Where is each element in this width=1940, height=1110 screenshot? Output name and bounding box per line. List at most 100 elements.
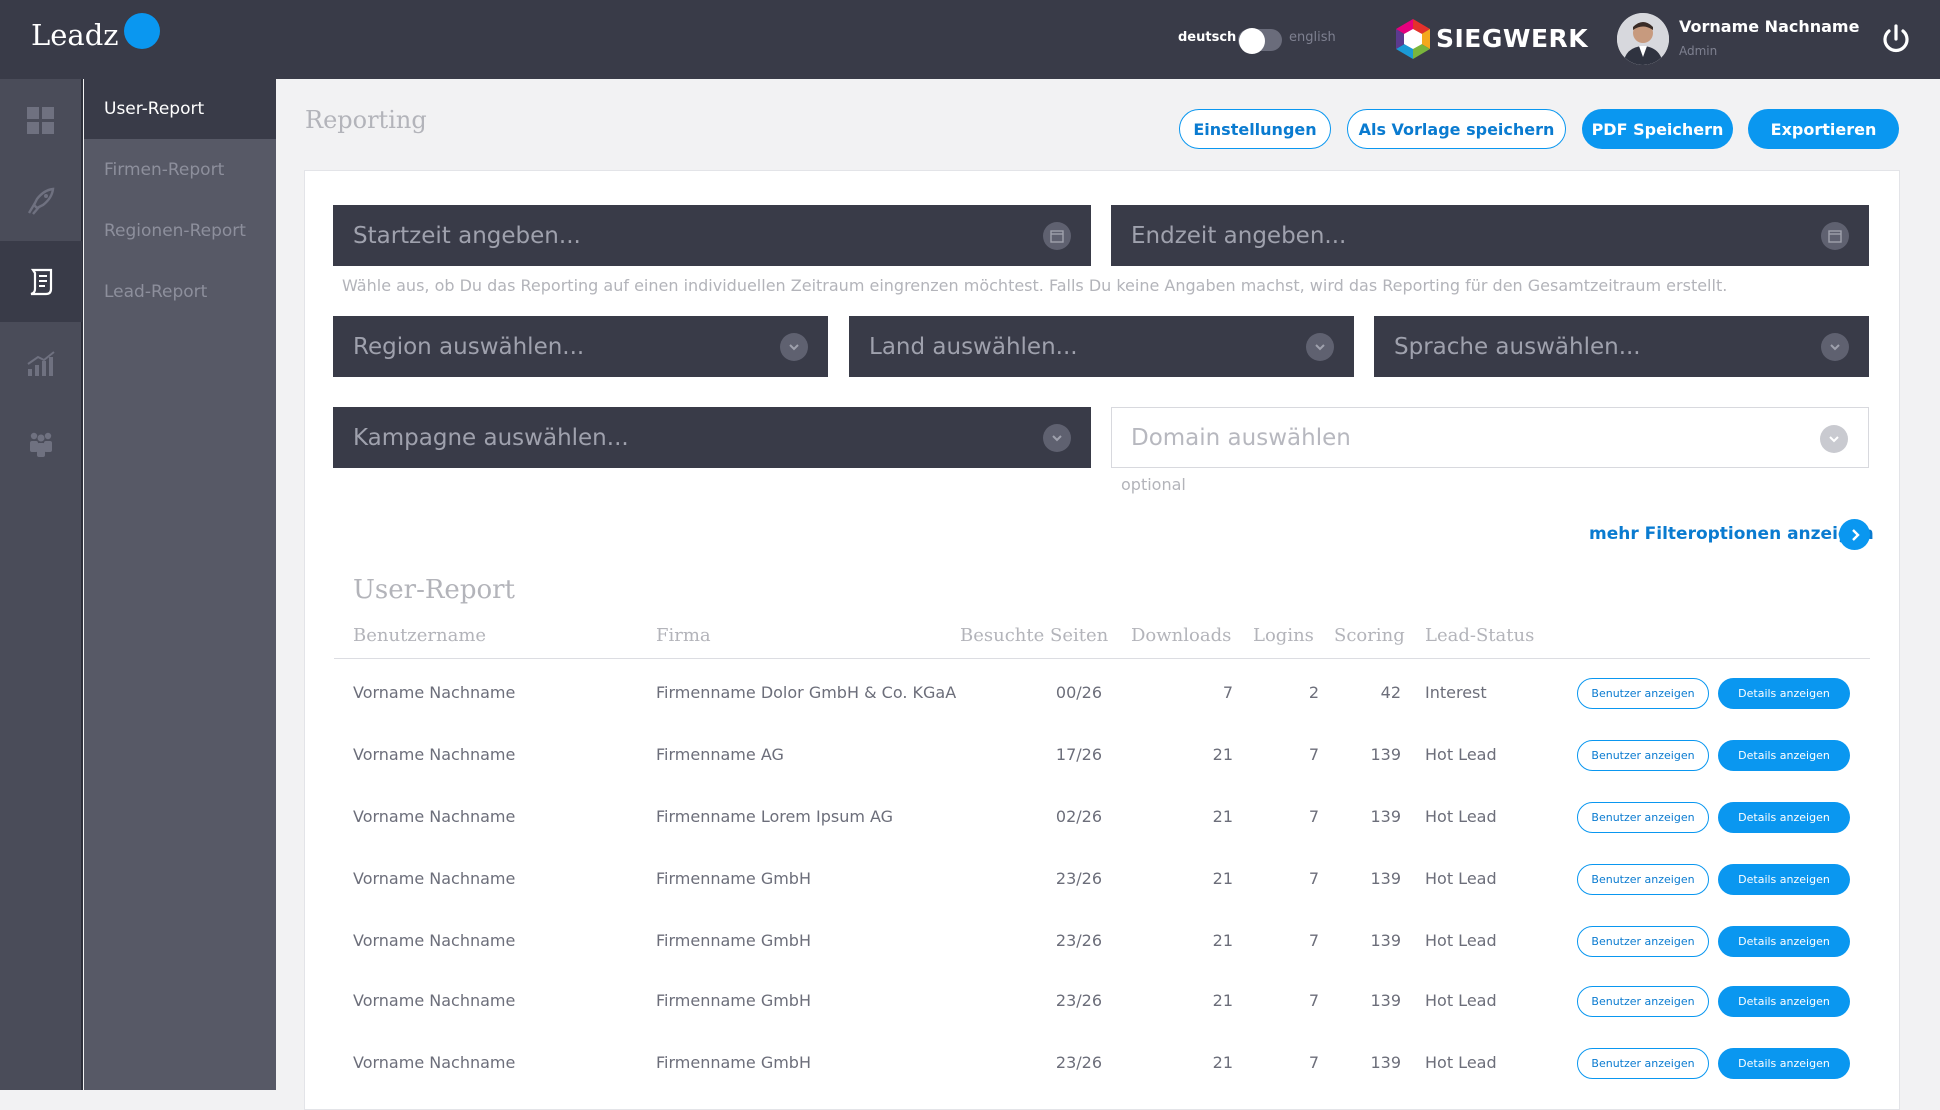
region-select[interactable]: Region auswählen... (333, 316, 828, 377)
save-template-button[interactable]: Als Vorlage speichern (1347, 109, 1566, 149)
save-pdf-button[interactable]: PDF Speichern (1582, 109, 1733, 149)
settings-button[interactable]: Einstellungen (1179, 109, 1331, 149)
cell-downloads: 21 (1212, 869, 1233, 888)
table-row: Vorname Nachname Firmenname GmbH 23/26 2… (334, 910, 1870, 972)
domain-select[interactable]: Domain auswählen (1111, 407, 1869, 468)
column-header-username[interactable]: Benutzername (353, 625, 486, 646)
icon-rail (0, 79, 83, 1090)
cell-logins: 7 (1308, 991, 1319, 1010)
language-toggle-knob[interactable] (1239, 28, 1265, 54)
domain-optional-label: optional (1121, 475, 1186, 494)
lang-english[interactable]: english (1289, 30, 1336, 45)
cell-visited-pages: 23/26 (1055, 931, 1102, 950)
siegwerk-logo-icon (1396, 19, 1430, 59)
table-row: Vorname Nachname Firmenname Lorem Ipsum … (334, 786, 1870, 848)
show-details-button[interactable]: Details anzeigen (1718, 802, 1850, 833)
logo-dot (124, 13, 160, 49)
cell-downloads: 21 (1212, 931, 1233, 950)
cell-downloads: 21 (1212, 991, 1233, 1010)
cell-scoring: 139 (1370, 745, 1401, 764)
user-avatar[interactable] (1617, 13, 1669, 65)
country-select[interactable]: Land auswählen... (849, 316, 1354, 377)
cell-scoring: 139 (1370, 1053, 1401, 1072)
chevron-right-icon[interactable] (1839, 519, 1870, 550)
user-role: Admin (1679, 44, 1718, 58)
show-user-button[interactable]: Benutzer anzeigen (1577, 1048, 1709, 1079)
chevron-down-icon (1306, 333, 1334, 361)
dashboard-grid-icon (27, 106, 54, 134)
more-filters-link[interactable]: mehr Filteroptionen anzeigen (1589, 524, 1874, 544)
cell-lead-status: Hot Lead (1425, 745, 1497, 764)
chevron-down-icon (1820, 425, 1848, 453)
column-header-scoring[interactable]: Scoring (1334, 625, 1405, 646)
cell-logins: 7 (1308, 807, 1319, 826)
power-icon[interactable] (1879, 22, 1913, 56)
cell-visited-pages: 23/26 (1055, 869, 1102, 888)
show-details-button[interactable]: Details anzeigen (1718, 864, 1850, 895)
cell-company: Firmenname GmbH (656, 869, 811, 888)
show-details-button[interactable]: Details anzeigen (1718, 986, 1850, 1017)
start-date-input[interactable]: Startzeit angeben... (333, 205, 1091, 266)
show-user-button[interactable]: Benutzer anzeigen (1577, 678, 1709, 709)
column-header-company[interactable]: Firma (656, 625, 711, 646)
user-name[interactable]: Vorname Nachname (1679, 17, 1859, 36)
table-header-divider (334, 658, 1870, 659)
export-button[interactable]: Exportieren (1748, 109, 1899, 149)
calendar-icon[interactable] (1043, 222, 1071, 250)
show-details-button[interactable]: Details anzeigen (1718, 926, 1850, 957)
cell-username: Vorname Nachname (353, 1053, 516, 1072)
lang-deutsch[interactable]: deutsch (1178, 30, 1236, 45)
show-user-button[interactable]: Benutzer anzeigen (1577, 926, 1709, 957)
subnav-item-regionen-report[interactable]: Regionen-Report (84, 201, 276, 261)
subnav-item-lead-report[interactable]: Lead-Report (84, 262, 276, 322)
rail-reporting[interactable] (0, 241, 82, 322)
rocket-icon (27, 187, 55, 215)
cell-scoring: 139 (1370, 991, 1401, 1010)
cell-username: Vorname Nachname (353, 869, 516, 888)
rail-users[interactable] (0, 403, 82, 484)
chevron-down-icon (1043, 424, 1071, 452)
cell-logins: 7 (1308, 1053, 1319, 1072)
cell-scoring: 42 (1380, 683, 1401, 702)
subnav-item-firmen-report[interactable]: Firmen-Report (84, 140, 276, 200)
report-section-title: User-Report (353, 575, 515, 605)
chevron-down-icon (780, 333, 808, 361)
show-user-button[interactable]: Benutzer anzeigen (1577, 986, 1709, 1017)
show-details-button[interactable]: Details anzeigen (1718, 740, 1850, 771)
column-header-logins[interactable]: Logins (1253, 625, 1314, 646)
show-details-button[interactable]: Details anzeigen (1718, 678, 1850, 709)
cell-scoring: 139 (1370, 931, 1401, 950)
app-logo[interactable]: Leadz (31, 18, 119, 52)
table-row: Vorname Nachname Firmenname Dolor GmbH &… (334, 662, 1870, 724)
show-user-button[interactable]: Benutzer anzeigen (1577, 740, 1709, 771)
cell-visited-pages: 02/26 (1055, 807, 1102, 826)
end-date-input[interactable]: Endzeit angeben... (1111, 205, 1869, 266)
chevron-down-icon (1821, 333, 1849, 361)
subnav-item-user-report[interactable]: User-Report (84, 79, 276, 139)
report-subnav: User-Report Firmen-Report Regionen-Repor… (84, 79, 276, 1090)
domain-placeholder: Domain auswählen (1131, 424, 1351, 451)
table-row: Vorname Nachname Firmenname GmbH 23/26 2… (334, 1032, 1870, 1094)
calendar-icon[interactable] (1821, 222, 1849, 250)
report-icon (30, 268, 53, 295)
cell-lead-status: Hot Lead (1425, 991, 1497, 1010)
cell-visited-pages: 23/26 (1055, 1053, 1102, 1072)
column-header-downloads[interactable]: Downloads (1131, 625, 1231, 646)
cell-company: Firmenname GmbH (656, 1053, 811, 1072)
column-header-visited-pages[interactable]: Besuchte Seiten (960, 625, 1108, 646)
cell-company: Firmenname GmbH (656, 991, 811, 1010)
table-row: Vorname Nachname Firmenname AG 17/26 21 … (334, 724, 1870, 786)
campaign-placeholder: Kampagne auswählen... (353, 424, 629, 451)
cell-downloads: 7 (1222, 683, 1233, 702)
column-header-lead-status[interactable]: Lead-Status (1425, 625, 1534, 646)
cell-scoring: 139 (1370, 869, 1401, 888)
show-user-button[interactable]: Benutzer anzeigen (1577, 802, 1709, 833)
campaign-select[interactable]: Kampagne auswählen... (333, 407, 1091, 468)
date-range-hint: Wähle aus, ob Du das Reporting auf einen… (342, 276, 1728, 295)
rail-campaigns[interactable] (0, 160, 82, 241)
rail-dashboard[interactable] (0, 79, 82, 160)
show-user-button[interactable]: Benutzer anzeigen (1577, 864, 1709, 895)
show-details-button[interactable]: Details anzeigen (1718, 1048, 1850, 1079)
rail-statistics[interactable] (0, 322, 82, 403)
language-select[interactable]: Sprache auswählen... (1374, 316, 1869, 377)
